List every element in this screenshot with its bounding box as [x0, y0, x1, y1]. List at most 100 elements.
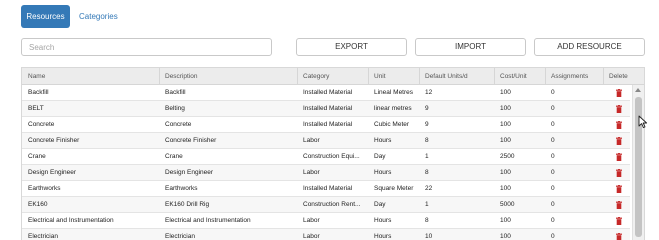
table-row[interactable]: Earthworks Earthworks Installed Material Sq… — [22, 181, 630, 197]
cell-assignments: 0 — [551, 105, 555, 112]
column-header-assignments[interactable]: Assignments — [545, 68, 588, 85]
cell-unit: Hours — [374, 217, 392, 224]
table-row[interactable]: EK160 EK160 Drill Rig Construction Rent...… — [22, 197, 630, 213]
trash-icon[interactable] — [616, 105, 622, 113]
column-header-cost-per-unit[interactable]: Cost/Unit — [494, 68, 527, 85]
table-row[interactable]: Electrical and Instrumentation Electrical… — [22, 213, 630, 229]
cell-assignments: 0 — [551, 121, 555, 128]
cell-assignments: 0 — [551, 89, 555, 96]
cell-cost-per-unit: 100 — [500, 105, 511, 112]
cell-name: Earthworks — [28, 185, 61, 192]
import-button[interactable]: IMPORT — [415, 38, 526, 56]
column-header-units-per-day[interactable]: Default Units/d — [419, 68, 468, 85]
cell-units-per-day: 10 — [425, 233, 433, 240]
column-header-description[interactable]: Description — [159, 68, 198, 85]
cell-category: Construction Rent... — [303, 201, 361, 208]
cell-unit: Day — [374, 201, 386, 208]
tab-categories[interactable]: Categories — [70, 5, 127, 28]
trash-icon[interactable] — [616, 137, 622, 145]
trash-icon[interactable] — [616, 153, 622, 161]
cell-unit: Square Meter — [374, 185, 414, 192]
cell-category: Labor — [303, 137, 320, 144]
table-row[interactable]: Design Engineer Design Engineer Labor Hours… — [22, 165, 630, 181]
scroll-up-arrow-icon[interactable] — [635, 88, 641, 92]
tab-resources[interactable]: Resources — [21, 5, 70, 28]
tab-bar: Resources Categories — [21, 5, 127, 28]
add-resource-button[interactable]: ADD RESOURCE — [534, 38, 645, 56]
cell-name: BELT — [28, 105, 44, 112]
cell-cost-per-unit: 100 — [500, 89, 511, 96]
cell-description: Design Engineer — [165, 169, 214, 176]
cell-category: Installed Material — [303, 89, 353, 96]
cell-units-per-day: 1 — [425, 153, 429, 160]
cell-name: Concrete — [28, 121, 55, 128]
cell-description: Electrician — [165, 233, 195, 240]
trash-icon[interactable] — [616, 169, 622, 177]
cell-name: EK160 — [28, 201, 48, 208]
column-header-category[interactable]: Category — [297, 68, 329, 85]
cell-unit: Hours — [374, 137, 392, 144]
cell-description: Electrical and Instrumentation — [165, 217, 251, 224]
cell-assignments: 0 — [551, 233, 555, 240]
trash-icon[interactable] — [616, 121, 622, 129]
table-row[interactable]: Concrete Finisher Concrete Finisher Labor H… — [22, 133, 630, 149]
cell-description: Concrete Finisher — [165, 137, 217, 144]
table-row[interactable]: BELT Belting Installed Material linear metr… — [22, 101, 630, 117]
cell-assignments: 0 — [551, 169, 555, 176]
cell-category: Installed Material — [303, 105, 353, 112]
cell-category: Labor — [303, 233, 320, 240]
cell-name: Backfill — [28, 89, 49, 96]
cell-cost-per-unit: 100 — [500, 121, 511, 128]
cell-description: Earthworks — [165, 185, 198, 192]
cell-units-per-day: 22 — [425, 185, 433, 192]
cell-description: EK160 Drill Rig — [165, 201, 210, 208]
table-row[interactable]: Electrician Electrician Labor Hours 10 100 0 — [22, 229, 630, 240]
mouse-cursor-icon — [638, 115, 648, 129]
trash-icon[interactable] — [616, 233, 622, 240]
cell-category: Labor — [303, 169, 320, 176]
cell-name: Concrete Finisher — [28, 137, 80, 144]
trash-icon[interactable] — [616, 201, 622, 209]
cell-units-per-day: 12 — [425, 89, 433, 96]
cell-unit: Day — [374, 153, 386, 160]
search-input[interactable] — [21, 38, 272, 56]
cell-units-per-day: 8 — [425, 169, 429, 176]
cell-category: Construction Equi... — [303, 153, 360, 160]
cell-cost-per-unit: 100 — [500, 137, 511, 144]
trash-icon[interactable] — [616, 217, 622, 225]
cell-assignments: 0 — [551, 153, 555, 160]
cell-cost-per-unit: 100 — [500, 169, 511, 176]
cell-name: Electrical and Instrumentation — [28, 217, 114, 224]
cell-units-per-day: 1 — [425, 201, 429, 208]
column-header-name[interactable]: Name — [22, 68, 45, 85]
cell-units-per-day: 9 — [425, 121, 429, 128]
resources-table: Name Description Category Unit Default U… — [21, 67, 645, 240]
cell-units-per-day: 9 — [425, 105, 429, 112]
cell-name: Crane — [28, 153, 46, 160]
cell-cost-per-unit: 100 — [500, 217, 511, 224]
cell-category: Installed Material — [303, 185, 353, 192]
cell-unit: Lineal Metres — [374, 89, 414, 96]
cell-name: Electrician — [28, 233, 58, 240]
cell-unit: Hours — [374, 233, 392, 240]
trash-icon[interactable] — [616, 89, 622, 97]
table-row[interactable]: Backfill Backfill Installed Material Lineal… — [22, 85, 630, 101]
cell-cost-per-unit: 2500 — [500, 153, 515, 160]
table-header: Name Description Category Unit Default U… — [22, 68, 644, 85]
trash-icon[interactable] — [616, 185, 622, 193]
cell-cost-per-unit: 5000 — [500, 201, 515, 208]
column-header-unit[interactable]: Unit — [368, 68, 386, 85]
vertical-scrollbar[interactable] — [632, 85, 644, 240]
cell-assignments: 0 — [551, 201, 555, 208]
export-button[interactable]: EXPORT — [296, 38, 407, 56]
cell-assignments: 0 — [551, 137, 555, 144]
cell-unit: Hours — [374, 169, 392, 176]
cell-assignments: 0 — [551, 185, 555, 192]
cell-category: Labor — [303, 217, 320, 224]
table-row[interactable]: Crane Crane Construction Equi... Day 1 2500 0 — [22, 149, 630, 165]
cell-description: Belting — [165, 105, 185, 112]
table-body: Backfill Backfill Installed Material Lineal… — [22, 85, 630, 240]
cell-units-per-day: 8 — [425, 217, 429, 224]
cell-unit: Cubic Meter — [374, 121, 410, 128]
table-row[interactable]: Concrete Concrete Installed Material Cubic … — [22, 117, 630, 133]
